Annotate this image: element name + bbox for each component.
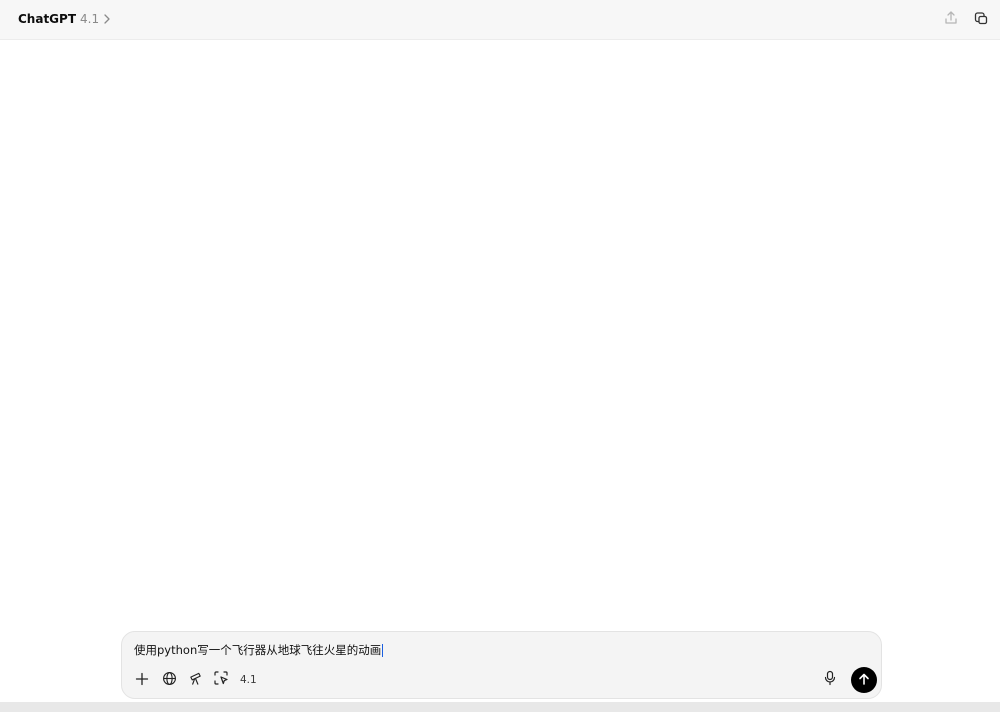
globe-icon	[162, 671, 177, 690]
window-bottom-edge	[0, 702, 1000, 712]
telescope-icon	[188, 671, 203, 690]
select-region-icon	[213, 670, 229, 690]
composer: 使用python写一个飞行器从地球飞往火星的动画 4.1	[121, 631, 882, 699]
model-version: 4.1	[80, 12, 100, 26]
send-button[interactable]	[851, 667, 877, 693]
plus-icon	[135, 671, 149, 690]
prompt-text: 使用python写一个飞行器从地球飞往火星的动画	[134, 643, 382, 657]
model-switcher[interactable]: ChatGPT 4.1	[14, 7, 115, 31]
share-button[interactable]	[939, 8, 963, 32]
conversation-area	[0, 41, 1000, 631]
top-bar: ChatGPT 4.1	[0, 0, 1000, 40]
voice-input-button[interactable]	[819, 669, 841, 691]
app-name: ChatGPT	[18, 12, 77, 26]
add-attachment-button[interactable]	[131, 669, 153, 691]
new-window-icon	[973, 10, 989, 30]
select-region-button[interactable]	[210, 669, 232, 691]
model-chip[interactable]: 4.1	[237, 670, 260, 690]
prompt-input[interactable]: 使用python写一个飞行器从地球飞往火星的动画	[134, 641, 867, 659]
mic-icon	[823, 670, 837, 690]
text-caret	[382, 643, 384, 657]
chevron-right-icon	[103, 14, 111, 24]
new-window-button[interactable]	[969, 8, 993, 32]
share-icon	[943, 10, 959, 30]
arrow-up-icon	[857, 671, 871, 690]
deep-research-button[interactable]	[184, 669, 206, 691]
web-search-button[interactable]	[158, 669, 180, 691]
